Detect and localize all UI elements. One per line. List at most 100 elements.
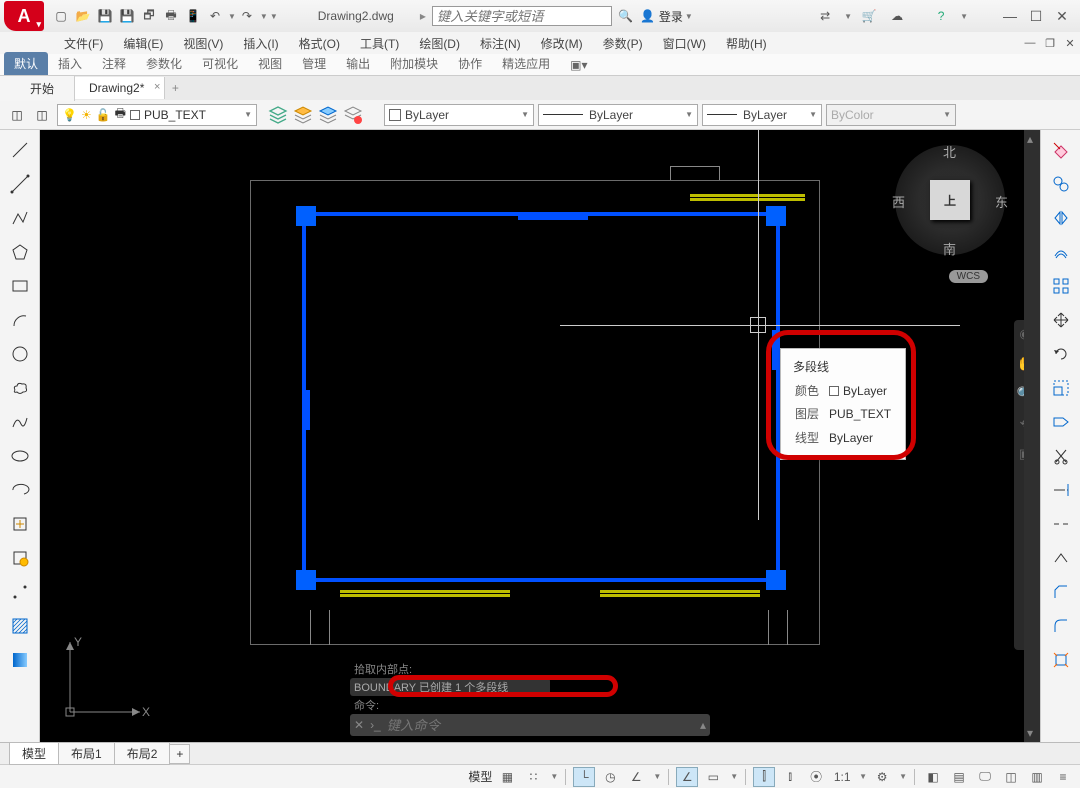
menu-draw[interactable]: 绘图(D) bbox=[409, 33, 470, 54]
break-tool[interactable] bbox=[1047, 510, 1075, 538]
make-block-tool[interactable] bbox=[6, 544, 34, 572]
exchange-icon[interactable]: ⇄ bbox=[815, 6, 835, 26]
close-button[interactable]: ✕ bbox=[1052, 6, 1072, 26]
mirror-tool[interactable] bbox=[1047, 204, 1075, 232]
mdi-minimize-button[interactable]: — bbox=[1020, 33, 1040, 53]
layer-tool-3-icon[interactable] bbox=[317, 104, 339, 126]
point-tool[interactable] bbox=[6, 578, 34, 606]
chamfer-tool[interactable] bbox=[1047, 578, 1075, 606]
sb-polar-icon[interactable]: ◷ bbox=[599, 767, 621, 787]
layer-tool-4-icon[interactable] bbox=[342, 104, 364, 126]
layout-tab-2[interactable]: 布局2 bbox=[114, 742, 171, 765]
arc-tool[interactable] bbox=[6, 306, 34, 334]
user-icon[interactable]: 👤 bbox=[638, 6, 658, 26]
sb-ws-icon[interactable]: ▤ bbox=[948, 767, 970, 787]
saveas-icon[interactable]: 💾 bbox=[117, 6, 137, 26]
doc-tab-active[interactable]: Drawing2*× bbox=[75, 77, 165, 99]
command-line[interactable]: ✕ ›_ ▴ bbox=[350, 714, 710, 736]
mobile-icon[interactable]: 📱 bbox=[183, 6, 203, 26]
layer-tool-1-icon[interactable] bbox=[267, 104, 289, 126]
menu-edit[interactable]: 编辑(E) bbox=[113, 33, 173, 54]
menu-param[interactable]: 参数(P) bbox=[593, 33, 653, 54]
layout-tab-add[interactable]: + bbox=[169, 744, 190, 764]
ribbon-tab-addins[interactable]: 附加模块 bbox=[380, 52, 448, 75]
polyline-tool[interactable] bbox=[6, 204, 34, 232]
undo-icon[interactable]: ↶ bbox=[205, 6, 225, 26]
open-icon[interactable]: 📂 bbox=[73, 6, 93, 26]
join-tool[interactable] bbox=[1047, 544, 1075, 572]
sb-scale-label[interactable]: 1:1 bbox=[831, 767, 853, 787]
ellipse-arc-tool[interactable] bbox=[6, 476, 34, 504]
menu-modify[interactable]: 修改(M) bbox=[531, 33, 593, 54]
array-tool[interactable] bbox=[1047, 272, 1075, 300]
layout-tab-model[interactable]: 模型 bbox=[9, 742, 59, 765]
spline-tool[interactable] bbox=[6, 408, 34, 436]
layout-tab-1[interactable]: 布局1 bbox=[58, 742, 115, 765]
ribbon-tab-output[interactable]: 输出 bbox=[336, 52, 380, 75]
offset-tool[interactable] bbox=[1047, 238, 1075, 266]
login-link[interactable]: 登录 bbox=[659, 8, 683, 25]
insert-block-tool[interactable] bbox=[6, 510, 34, 538]
command-input[interactable] bbox=[387, 718, 694, 733]
menu-window[interactable]: 窗口(W) bbox=[653, 33, 716, 54]
ribbon-tab-collab[interactable]: 协作 bbox=[448, 52, 492, 75]
explode-tool[interactable] bbox=[1047, 646, 1075, 674]
move-tool[interactable] bbox=[1047, 306, 1075, 334]
menu-file[interactable]: 文件(F) bbox=[54, 33, 113, 54]
copy-tool[interactable] bbox=[1047, 170, 1075, 198]
menu-view[interactable]: 视图(V) bbox=[173, 33, 233, 54]
status-space[interactable]: 模型 bbox=[468, 768, 492, 785]
sb-clean-icon[interactable]: ▥ bbox=[1026, 767, 1048, 787]
ribbon-tab-insert[interactable]: 插入 bbox=[48, 52, 92, 75]
viewcube-top[interactable]: 上 bbox=[930, 180, 970, 220]
drawing-canvas[interactable]: 多段线 颜色ByLayer 图层PUB_TEXT 线型ByLayer 拾取内部点… bbox=[40, 130, 1040, 742]
rotate-tool[interactable] bbox=[1047, 340, 1075, 368]
sb-iso-icon[interactable]: ∠ bbox=[625, 767, 647, 787]
sb-transparency-icon[interactable]: ⫾ bbox=[779, 767, 801, 787]
viewcube-e[interactable]: 东 bbox=[995, 192, 1008, 211]
erase-tool[interactable] bbox=[1047, 136, 1075, 164]
stretch-tool[interactable] bbox=[1047, 408, 1075, 436]
menu-help[interactable]: 帮助(H) bbox=[716, 33, 777, 54]
sb-grid-icon[interactable]: ▦ bbox=[496, 767, 518, 787]
line-tool[interactable] bbox=[6, 136, 34, 164]
menu-dimension[interactable]: 标注(N) bbox=[470, 33, 531, 54]
cart-icon[interactable]: 🛒 bbox=[859, 6, 879, 26]
viewcube-w[interactable]: 西 bbox=[892, 192, 905, 211]
cmd-close-icon[interactable]: ✕ bbox=[354, 718, 364, 732]
revcloud-tool[interactable] bbox=[6, 374, 34, 402]
ribbon-tab-parametric[interactable]: 参数化 bbox=[136, 52, 192, 75]
v-scrollbar[interactable]: ▴▾ bbox=[1024, 130, 1040, 742]
sb-2d-icon[interactable]: ▭ bbox=[702, 767, 724, 787]
wcs-badge[interactable]: WCS bbox=[949, 270, 988, 283]
doc-tab-close-icon[interactable]: × bbox=[154, 81, 160, 93]
polygon-tool[interactable] bbox=[6, 238, 34, 266]
menu-tools[interactable]: 工具(T) bbox=[350, 33, 409, 54]
web-icon[interactable]: 🗗 bbox=[139, 6, 159, 26]
new-icon[interactable]: ▢ bbox=[51, 6, 71, 26]
sb-osnap-icon[interactable]: ∠ bbox=[676, 767, 698, 787]
layer-props-icon[interactable]: ◫ bbox=[6, 104, 28, 126]
sb-ortho-icon[interactable]: └ bbox=[573, 767, 595, 787]
sb-gear-icon[interactable]: ⚙ bbox=[871, 767, 893, 787]
ribbon-tab-extra-icon[interactable]: ▣▾ bbox=[560, 55, 597, 75]
save-icon[interactable]: 💾 bbox=[95, 6, 115, 26]
layer-tool-2-icon[interactable] bbox=[292, 104, 314, 126]
ribbon-tab-default[interactable]: 默认 bbox=[4, 52, 48, 75]
menu-insert[interactable]: 插入(I) bbox=[233, 33, 288, 54]
mdi-restore-button[interactable]: ❐ bbox=[1040, 33, 1060, 53]
cloud-icon[interactable]: ☁ bbox=[887, 6, 907, 26]
sb-monitor-icon[interactable]: 🖵 bbox=[974, 767, 996, 787]
trim-tool[interactable] bbox=[1047, 442, 1075, 470]
ribbon-tab-visualize[interactable]: 可视化 bbox=[192, 52, 248, 75]
mdi-close-button[interactable]: ✕ bbox=[1060, 33, 1080, 53]
rectangle-tool[interactable] bbox=[6, 272, 34, 300]
sb-isolate-icon[interactable]: ◫ bbox=[1000, 767, 1022, 787]
plot-icon[interactable]: 🖶 bbox=[161, 6, 181, 26]
doc-tab-add-button[interactable]: + bbox=[165, 81, 185, 95]
hatch-tool[interactable] bbox=[6, 612, 34, 640]
maximize-button[interactable]: ☐ bbox=[1026, 6, 1046, 26]
menu-format[interactable]: 格式(O) bbox=[289, 33, 350, 54]
qat-more-icon[interactable]: ▼ bbox=[270, 12, 278, 21]
viewcube[interactable]: 上 北 南 东 西 bbox=[890, 140, 1010, 260]
